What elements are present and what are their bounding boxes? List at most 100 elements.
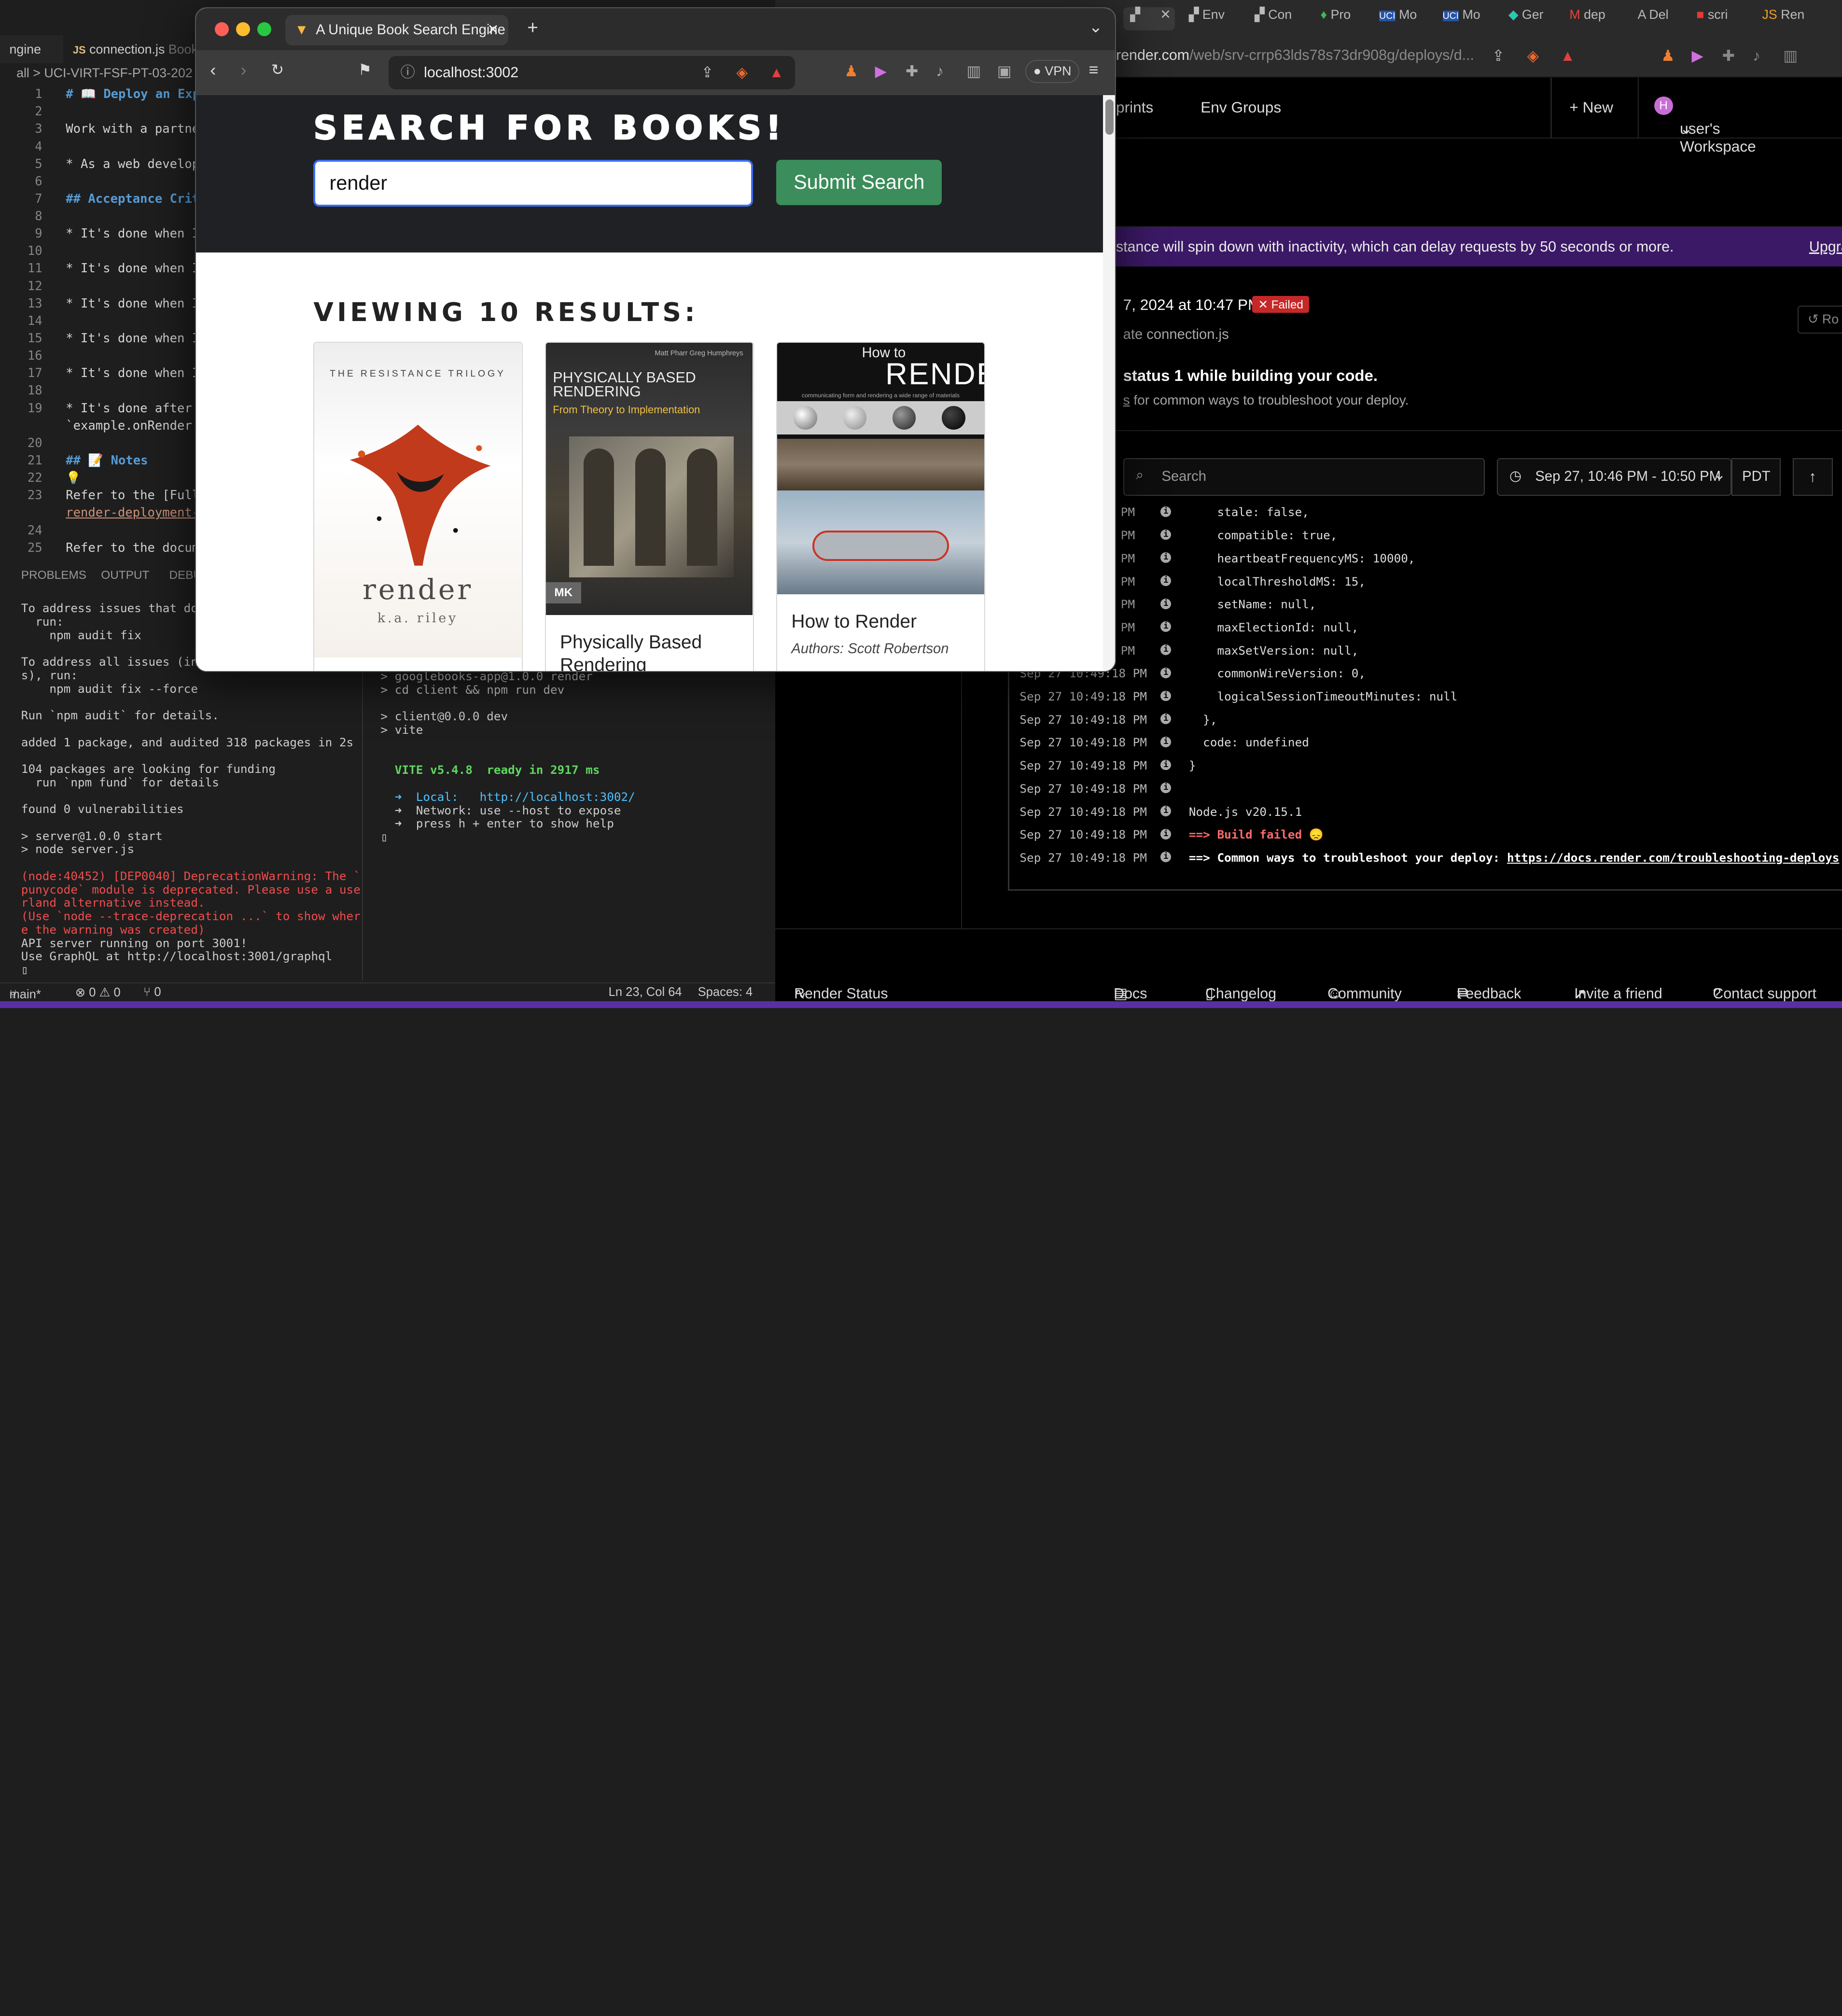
- log-row[interactable]: Sep 27 10:49:18 PM i logicalSessionTimeou…: [1008, 689, 1842, 713]
- puzzle-icon[interactable]: ✚: [906, 62, 919, 80]
- url-field[interactable]: ⓘ localhost:3002 ⇪ ◈ ▲: [389, 56, 795, 89]
- log-row[interactable]: Sep 27 10:49:18 PM i ==> Common ways to tr…: [1008, 851, 1842, 874]
- code-line[interactable]: Refer to the docume: [66, 541, 207, 555]
- brave-rewards-icon[interactable]: ▲: [769, 56, 784, 89]
- tab-dep[interactable]: M dep: [1569, 7, 1605, 31]
- extension-icon[interactable]: ♟: [1661, 47, 1675, 65]
- scrollbar-thumb[interactable]: [1105, 99, 1114, 135]
- tab-mo-2[interactable]: UCI Mo: [1442, 7, 1480, 31]
- music-icon[interactable]: ♪: [1753, 47, 1760, 65]
- log-row[interactable]: 8 PM i stale: false,: [1008, 505, 1842, 528]
- docs-link[interactable]: s: [1123, 392, 1130, 407]
- code-line[interactable]: * It's done when I: [66, 226, 199, 241]
- breadcrumb[interactable]: all > UCI-VIRT-FSF-PT-03-202: [0, 66, 193, 84]
- tab-engine[interactable]: ngine: [0, 35, 50, 63]
- extension-2-icon[interactable]: ▶: [875, 62, 887, 80]
- book-card[interactable]: How to RENDER communicating form and ren…: [776, 341, 986, 672]
- tab-ren[interactable]: JS Ren: [1762, 7, 1805, 31]
- minimize-window-button[interactable]: [236, 22, 250, 36]
- tab-problems[interactable]: PROBLEMS: [21, 569, 86, 582]
- tab-render-active[interactable]: ▞ ✕: [1123, 7, 1175, 31]
- submit-search-button[interactable]: Submit Search: [776, 159, 942, 206]
- nav-env-groups[interactable]: Env Groups: [1200, 98, 1281, 116]
- timezone-selector[interactable]: PDT: [1731, 458, 1781, 496]
- code-line[interactable]: Refer to the [Full-: [66, 488, 207, 503]
- url-text[interactable]: render.com/web/srv-crrp63lds78s73dr908g/…: [1116, 47, 1474, 64]
- log-row[interactable]: Sep 27 10:49:18 PM i: [1008, 782, 1842, 805]
- tab-book-search[interactable]: ▼ A Unique Book Search Engine ✕: [285, 15, 509, 46]
- code-line[interactable]: Work with a partner: [66, 122, 207, 136]
- wallet-icon[interactable]: ▣: [997, 62, 1012, 80]
- tab-mo-1[interactable]: UCI Mo: [1379, 7, 1417, 31]
- log-search-field[interactable]: ⌕ Search: [1123, 458, 1485, 496]
- tab-scri[interactable]: ■ scri: [1696, 7, 1728, 31]
- book-card[interactable]: THE RESISTANCE TRILOGY render k.a. riley: [313, 341, 523, 672]
- terminal-client[interactable]: > googlebooks-app@1.0.0 render > cd clien…: [381, 669, 768, 844]
- extension-2-icon[interactable]: ▶: [1692, 47, 1703, 65]
- upgrade-link[interactable]: Upgra: [1809, 227, 1842, 267]
- puzzle-icon[interactable]: ✚: [1722, 47, 1735, 65]
- scroll-top-button[interactable]: ↑: [1792, 458, 1833, 496]
- page-scrollbar[interactable]: [1102, 95, 1116, 672]
- code-line[interactable]: * It's done after I: [66, 401, 207, 416]
- log-row[interactable]: Sep 27 10:49:18 PM i code: undefined: [1008, 735, 1842, 758]
- back-icon[interactable]: ‹: [210, 60, 216, 80]
- log-row[interactable]: 8 PM i compatible: true,: [1008, 528, 1842, 551]
- window-titlebar[interactable]: ▼ A Unique Book Search Engine ✕ + ⌄: [195, 8, 1116, 51]
- tab-ger[interactable]: ◆ Ger: [1508, 7, 1544, 31]
- reload-icon[interactable]: ↻: [271, 61, 284, 79]
- log-row[interactable]: 8 PM i localThresholdMS: 15,: [1008, 574, 1842, 598]
- music-icon[interactable]: ♪: [936, 62, 944, 80]
- log-row[interactable]: Sep 27 10:49:18 PM i ==> Build failed 😞: [1008, 827, 1842, 851]
- brave-shield-icon[interactable]: ◈: [736, 56, 747, 89]
- code-line[interactable]: # 📖 Deploy an Expr: [66, 87, 207, 101]
- vpn-button[interactable]: ● VPN: [1025, 59, 1080, 84]
- time-range-picker[interactable]: ◷ Sep 27, 10:46 PM - 10:50 PM ⌄: [1496, 458, 1732, 496]
- book-card[interactable]: Matt Pharr Greg Humphreys PHYSICALLY BAS…: [544, 341, 754, 672]
- tab-del[interactable]: A Del: [1638, 7, 1669, 31]
- sidebar-icon[interactable]: ▥: [1783, 47, 1798, 65]
- code-line[interactable]: * It's done when I: [66, 261, 199, 276]
- log-row[interactable]: Sep 27 10:49:18 PM i}: [1008, 758, 1842, 782]
- code-line[interactable]: ## Acceptance Crite: [66, 192, 207, 206]
- share-icon[interactable]: ⇪: [1492, 47, 1505, 65]
- code-line[interactable]: render-deployment-c: [66, 505, 207, 520]
- log-row[interactable]: Sep 27 10:49:18 PM i },: [1008, 713, 1842, 736]
- site-info-icon[interactable]: ⓘ: [400, 56, 415, 89]
- rollback-button[interactable]: ↺ Ro: [1797, 305, 1842, 334]
- log-row[interactable]: Sep 27 10:49:18 PM i Node.js v20.15.1: [1008, 805, 1842, 828]
- log-row[interactable]: 8 PM i maxElectionId: null,: [1008, 620, 1842, 644]
- nav-blueprints[interactable]: prints: [1116, 98, 1153, 116]
- close-tab-icon[interactable]: ✕: [487, 15, 499, 45]
- sidebar-icon[interactable]: ▥: [966, 62, 981, 80]
- log-row[interactable]: 8 PM i heartbeatFrequencyMS: 10000,: [1008, 551, 1842, 574]
- code-line[interactable]: * As a web develope: [66, 157, 207, 171]
- log-row[interactable]: Sep 27 10:49:18 PM i commonWireVersion: 0…: [1008, 666, 1842, 689]
- forward-icon[interactable]: ›: [240, 60, 246, 80]
- brave-shield-icon[interactable]: ◈: [1527, 47, 1539, 65]
- tab-con[interactable]: ▞ Con: [1255, 7, 1292, 31]
- problems-indicator[interactable]: ⊗ 0 ⚠ 0: [75, 985, 121, 1000]
- workspace-avatar[interactable]: H: [1654, 96, 1673, 115]
- deploy-log[interactable]: 8 PM i stale: false, 8 PM i compatible: tru…: [1008, 503, 1842, 891]
- close-tab-icon[interactable]: ✕: [1160, 7, 1171, 22]
- tab-list-chevron-icon[interactable]: ⌄: [1089, 17, 1103, 37]
- indentation[interactable]: Spaces: 4: [698, 985, 753, 999]
- tab-pro[interactable]: ♦ Pro: [1320, 7, 1351, 31]
- cursor-position[interactable]: Ln 23, Col 64: [609, 985, 682, 999]
- troubleshooting-link[interactable]: https://docs.render.com/troubleshooting-…: [1507, 851, 1839, 865]
- share-icon[interactable]: ⇪: [701, 56, 713, 89]
- book-search-input[interactable]: [313, 159, 753, 207]
- menu-icon[interactable]: ≡: [1089, 61, 1099, 80]
- tab-connection-js[interactable]: JS connection.js Book: [63, 35, 208, 64]
- code-line[interactable]: `example.onRender.c: [66, 419, 207, 433]
- code-line[interactable]: * It's done when I: [66, 366, 199, 380]
- new-button[interactable]: + New: [1569, 98, 1613, 116]
- ports-indicator[interactable]: ⑂ 0: [143, 985, 161, 999]
- new-tab-icon[interactable]: +: [527, 17, 538, 39]
- tab-env[interactable]: ▞ Env: [1189, 7, 1225, 31]
- close-window-button[interactable]: [214, 22, 229, 36]
- code-line[interactable]: 💡: [66, 471, 81, 485]
- bookmark-icon[interactable]: ⚑: [358, 61, 372, 79]
- deploy-commit[interactable]: ate connection.js: [1123, 327, 1229, 343]
